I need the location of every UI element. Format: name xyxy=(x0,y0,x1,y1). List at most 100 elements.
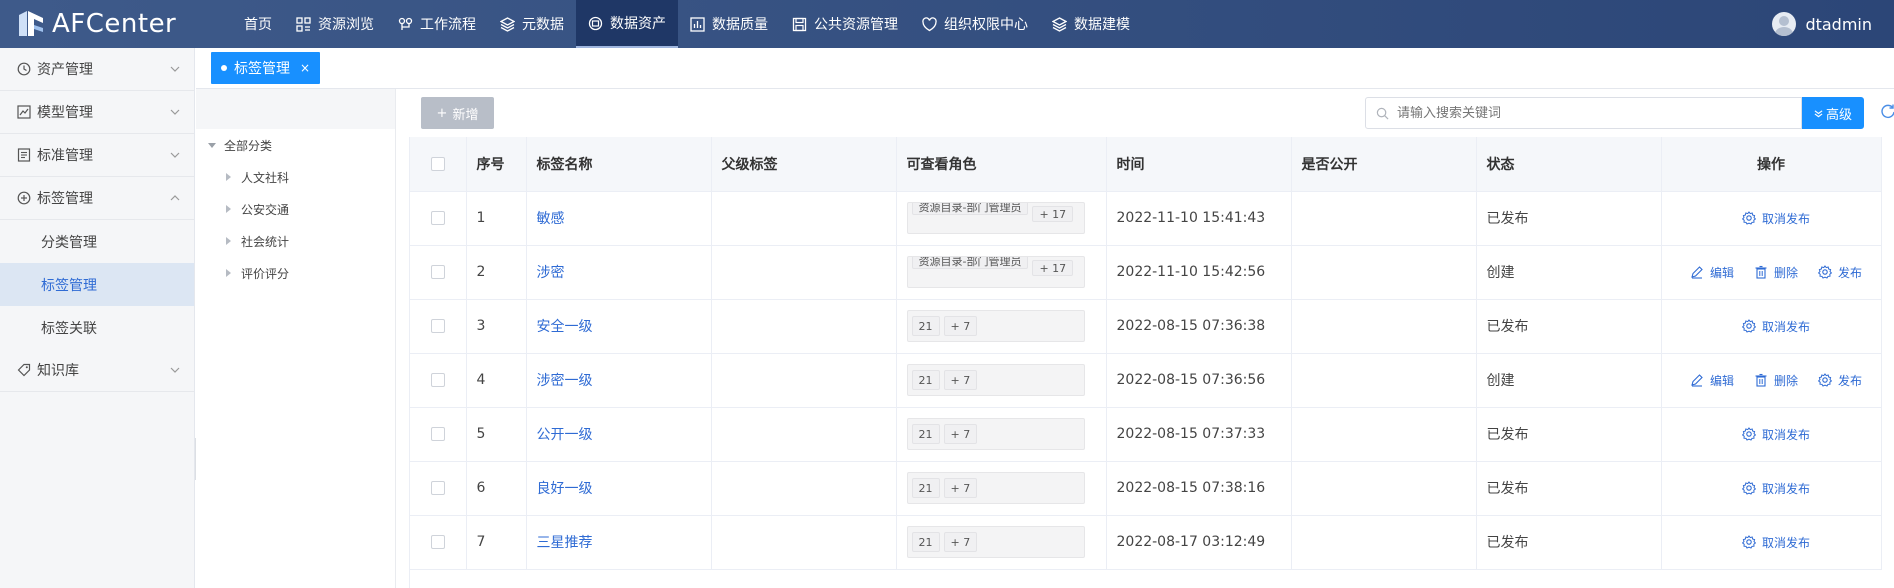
cell-name: 敏感 xyxy=(526,191,712,246)
nav-item-6[interactable]: 公共资源管理 xyxy=(780,0,910,48)
search-input[interactable] xyxy=(1397,105,1777,121)
row-checkbox[interactable] xyxy=(430,373,445,387)
refresh-icon[interactable] xyxy=(1880,103,1894,119)
sidebar-item-3[interactable]: 标签管理 xyxy=(0,177,194,220)
tag-name-link[interactable]: 安全一级 xyxy=(537,319,593,335)
publish-button[interactable]: 发布 xyxy=(1818,372,1862,389)
sidebar-item-label: 标准管理 xyxy=(37,148,93,164)
tree-node-label: 评价评分 xyxy=(241,266,290,281)
sidebar-subitem-label: 标签关联 xyxy=(41,320,97,337)
unpublish-button[interactable]: 取消发布 xyxy=(1741,480,1810,497)
gear-icon xyxy=(1741,319,1756,333)
nav-item-2[interactable]: 工作流程 xyxy=(386,0,488,48)
sidebar-item-2[interactable]: 标准管理 xyxy=(0,134,194,177)
chevron-down-icon xyxy=(170,367,180,373)
unpublish-button[interactable]: 取消发布 xyxy=(1741,210,1810,227)
delete-button[interactable]: 删除 xyxy=(1754,372,1798,389)
clock-icon xyxy=(17,62,31,76)
sidebar-subitem-2[interactable]: 标签关联 xyxy=(0,306,194,349)
select-all-checkbox[interactable] xyxy=(430,156,445,171)
cell-actions: 编辑 删除 发布 xyxy=(1661,245,1882,300)
nav-item-1[interactable]: 资源浏览 xyxy=(284,0,386,48)
unpublish-button[interactable]: 取消发布 xyxy=(1741,426,1810,443)
publish-button[interactable]: 发布 xyxy=(1818,264,1862,281)
unpublish-button-label: 取消发布 xyxy=(1761,481,1810,496)
tree-node-3[interactable]: 评价评分 xyxy=(196,257,395,289)
chart-icon xyxy=(17,105,31,119)
cell-time: 2022-08-15 07:36:56 xyxy=(1106,353,1292,408)
cell-status: 已发布 xyxy=(1476,461,1662,516)
sidebar-subitem-1[interactable]: 标签管理 xyxy=(0,263,194,306)
nav-item-4[interactable]: 数据资产 xyxy=(576,0,678,48)
tab-bar: 标签管理 × xyxy=(196,48,1894,89)
sidebar-subitem-0[interactable]: 分类管理 xyxy=(0,220,194,263)
row-checkbox[interactable] xyxy=(430,427,445,441)
add-tag-button[interactable]: + 新增 xyxy=(421,97,494,129)
row-actions: 编辑 删除 发布 xyxy=(1672,264,1881,281)
tree-node-root[interactable]: 全部分类 xyxy=(196,129,395,161)
role-tag: + 7 xyxy=(943,316,978,336)
edit-button-label: 编辑 xyxy=(1709,373,1734,388)
cell-status: 已发布 xyxy=(1476,515,1662,570)
tag-name-link[interactable]: 敏感 xyxy=(537,211,565,227)
delete-button-label: 删除 xyxy=(1773,265,1798,280)
edit-button-label: 编辑 xyxy=(1709,265,1734,280)
nav-item-8[interactable]: 数据建模 xyxy=(1040,0,1142,48)
nav-item-7[interactable]: 组织权限中心 xyxy=(910,0,1040,48)
header-public: 是否公开 xyxy=(1291,137,1477,192)
tag-name-link[interactable]: 三星推荐 xyxy=(537,535,593,551)
app-logo[interactable]: AFCenter xyxy=(16,8,176,40)
chevron-up-icon xyxy=(170,195,180,201)
row-checkbox[interactable] xyxy=(430,481,445,495)
roles-tags: 21 + 7 xyxy=(906,526,1085,558)
tree-node-2[interactable]: 社会统计 xyxy=(196,225,395,257)
afcenter-logo-icon xyxy=(19,11,43,36)
nav-item-label: 资源浏览 xyxy=(318,17,374,33)
sidebar-item-0[interactable]: 资产管理 xyxy=(0,48,194,91)
delete-button[interactable]: 删除 xyxy=(1754,264,1798,281)
user-menu[interactable]: dtadmin xyxy=(1772,0,1872,48)
cell-index: 1 xyxy=(466,191,527,246)
main-content: + 新增 高级 序号 标签名称 父级标签 可查看角色 时间 是否公开 xyxy=(397,89,1894,588)
row-checkbox[interactable] xyxy=(430,535,445,549)
tree-node-1[interactable]: 公安交通 xyxy=(196,193,395,225)
grid-icon xyxy=(296,16,311,32)
cell-roles: 21 + 7 xyxy=(896,353,1107,408)
caret-right-icon xyxy=(226,205,231,213)
cell-status: 已发布 xyxy=(1476,407,1662,462)
cell-parent xyxy=(711,515,897,570)
sidebar-item-label: 知识库 xyxy=(37,363,79,379)
plus-icon: + xyxy=(436,105,448,121)
sidebar-item-4[interactable]: 知识库 xyxy=(0,349,194,392)
cell-time: 2022-08-17 03:12:49 xyxy=(1106,515,1292,570)
nav-item-3[interactable]: 元数据 xyxy=(488,0,576,48)
row-checkbox[interactable] xyxy=(430,211,445,225)
tag-icon xyxy=(17,363,31,377)
role-tag: + 17 xyxy=(1032,206,1074,222)
tree-node-0[interactable]: 人文社科 xyxy=(196,161,395,193)
select-cell xyxy=(410,407,467,462)
tab-close-icon[interactable]: × xyxy=(300,61,310,75)
unpublish-button[interactable]: 取消发布 xyxy=(1741,534,1810,551)
tag-name-link[interactable]: 涉密 xyxy=(537,265,565,281)
advanced-search-button[interactable]: 高级 xyxy=(1802,97,1864,129)
sidebar-item-1[interactable]: 模型管理 xyxy=(0,91,194,134)
nav-item-5[interactable]: 数据质量 xyxy=(678,0,780,48)
nav-item-0[interactable]: 首页 xyxy=(232,0,284,48)
unpublish-button[interactable]: 取消发布 xyxy=(1741,318,1810,335)
edit-button[interactable]: 编辑 xyxy=(1690,264,1734,281)
tab-tag-management[interactable]: 标签管理 × xyxy=(211,52,321,84)
role-tag: 21 xyxy=(911,532,940,552)
tag-name-link[interactable]: 良好一级 xyxy=(537,481,593,497)
table-row: 5 公开一级 21 + 7 2022-08-15 07:37:33 已发布 取消发布 xyxy=(410,407,1882,462)
row-checkbox[interactable] xyxy=(430,319,445,333)
select-cell xyxy=(410,191,467,246)
cell-parent xyxy=(711,407,897,462)
sidebar-subitem-label: 标签管理 xyxy=(41,277,97,294)
tag-name-link[interactable]: 公开一级 xyxy=(537,427,593,443)
row-checkbox[interactable] xyxy=(430,265,445,279)
tag-name-link[interactable]: 涉密一级 xyxy=(537,373,593,389)
edit-button[interactable]: 编辑 xyxy=(1690,372,1734,389)
nav-item-label: 数据质量 xyxy=(712,17,768,33)
table-row: 6 良好一级 21 + 7 2022-08-15 07:38:16 已发布 取消发布 xyxy=(410,461,1882,516)
